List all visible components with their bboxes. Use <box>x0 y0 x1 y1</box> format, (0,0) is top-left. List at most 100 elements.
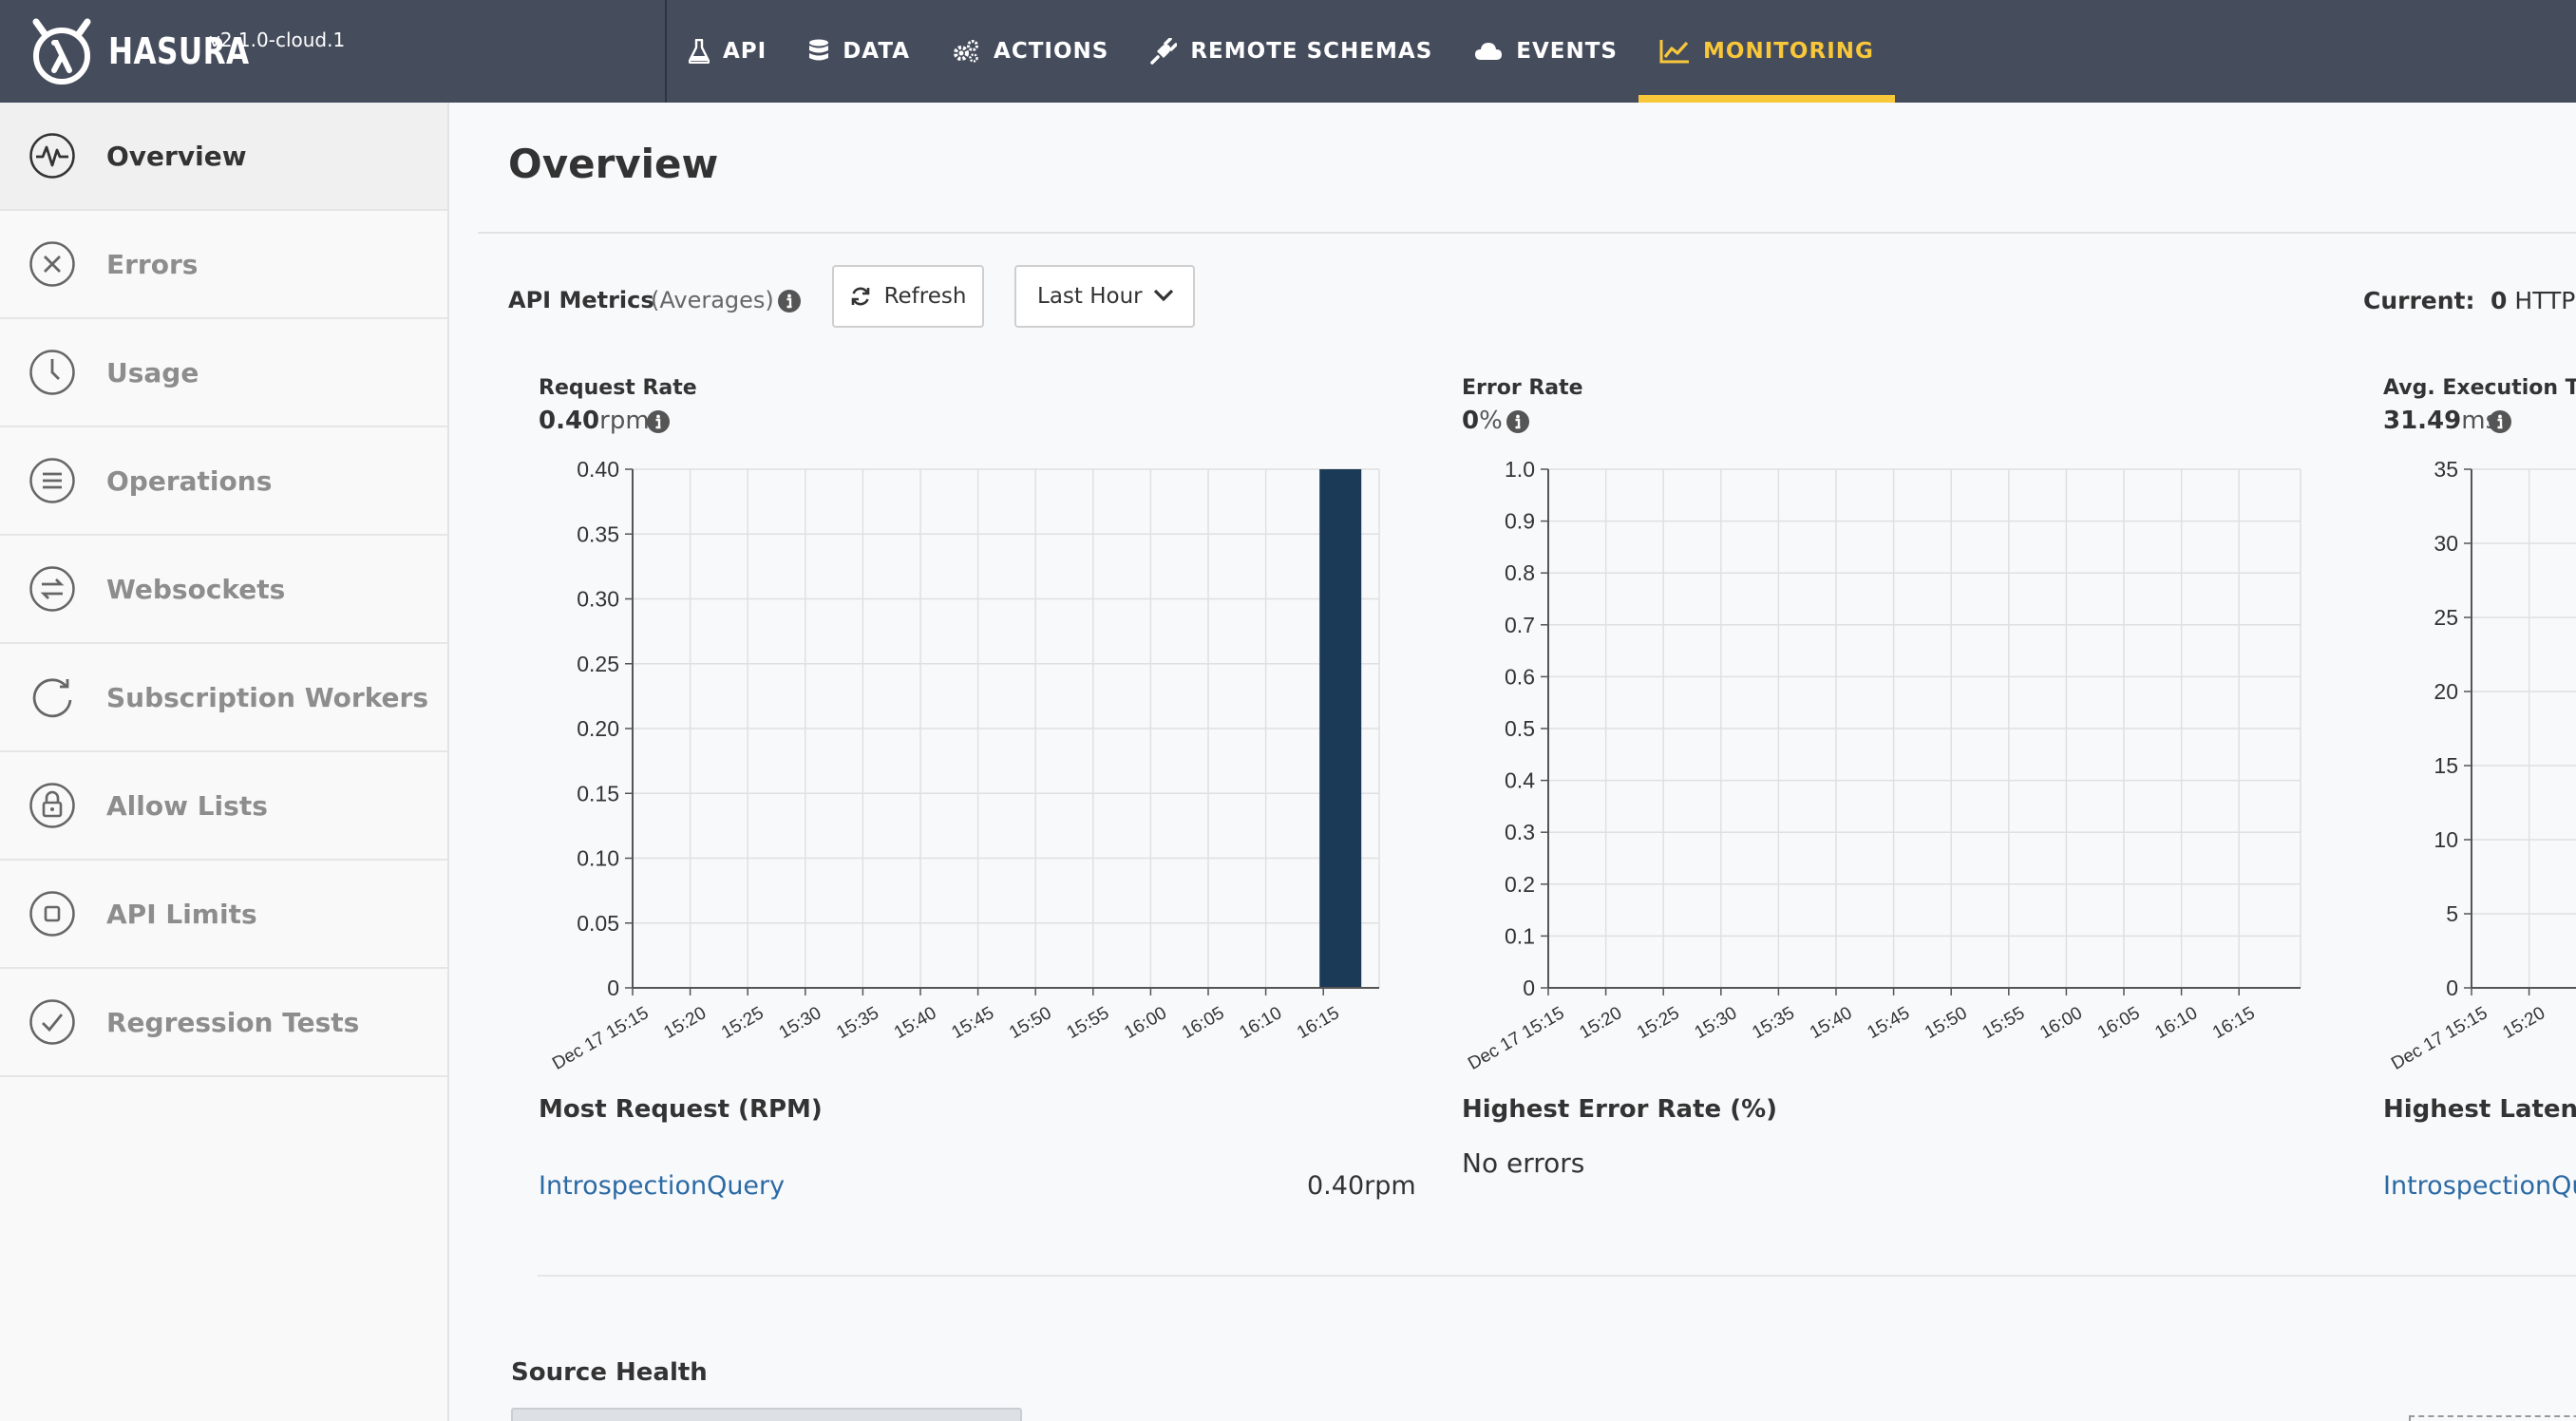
hasura-logo[interactable]: HASURA <box>28 13 280 89</box>
y-tick-label: 10 <box>2434 827 2458 852</box>
x-tick-label: 15:30 <box>776 1003 825 1043</box>
current-label: Current: <box>2363 287 2475 314</box>
y-tick-label: 0 <box>2446 976 2458 1000</box>
y-tick-label: 0.25 <box>577 652 619 676</box>
check-icon <box>29 999 75 1045</box>
time-range-select[interactable]: Last Hour <box>1014 265 1195 328</box>
y-tick-label: 0.6 <box>1505 664 1535 689</box>
refresh-button[interactable]: Refresh <box>832 265 984 328</box>
error-rate-info-icon[interactable] <box>1506 409 1530 434</box>
nav-actions[interactable]: ACTIONS <box>931 0 1129 103</box>
sidebar-item-errors[interactable]: Errors <box>0 211 447 319</box>
error-rate-chart: 0 0.1 0.2 0.3 0.4 0.5 0.6 0.7 0.8 0.9 1.0 Dec 17 15… <box>1465 457 2301 1073</box>
y-tick-label: 0.30 <box>577 587 619 612</box>
x-tick-label: Dec 17 15:15 <box>2388 1003 2491 1073</box>
x-tick-label: 15:45 <box>948 1003 997 1043</box>
list-icon <box>29 458 75 503</box>
y-tick-label: 0.20 <box>577 716 619 741</box>
nav-remote-schemas[interactable]: REMOTE SCHEMAS <box>1129 0 1453 103</box>
cloud-icon <box>1475 43 1503 60</box>
bar <box>1319 469 1362 988</box>
most-request-op-link[interactable]: IntrospectionQuery <box>539 1171 785 1201</box>
x-circle-icon <box>29 241 75 287</box>
nav-label: MONITORING <box>1703 39 1874 64</box>
database-icon <box>809 39 829 61</box>
source-health-bar[interactable] <box>511 1408 1022 1421</box>
x-tick-label: Dec 17 15:15 <box>1465 1003 1567 1073</box>
clock-icon <box>29 350 75 395</box>
sidebar-item-label: Allow Lists <box>106 789 268 822</box>
sidebar-item-api-limits[interactable]: API Limits <box>0 861 447 969</box>
x-tick-label: 16:15 <box>2209 1003 2259 1043</box>
x-tick-label: 15:20 <box>660 1003 710 1043</box>
sidebar-item-label: Subscription Workers <box>106 681 429 713</box>
error-rate-title: Error Rate <box>1462 376 1583 400</box>
y-tick-label: 0.05 <box>577 911 619 936</box>
exec-time-info-icon[interactable] <box>2488 409 2512 434</box>
x-tick-label: 15:20 <box>2499 1003 2548 1043</box>
y-tick-label: 0.3 <box>1505 820 1535 844</box>
y-tick-label: 15 <box>2434 753 2458 778</box>
current-count: 0 <box>2491 287 2508 314</box>
refresh-icon <box>32 678 72 718</box>
nav-label: API <box>723 39 767 64</box>
info-icon[interactable] <box>777 289 802 313</box>
sidebar-item-usage[interactable]: Usage <box>0 319 447 427</box>
api-metrics-sub: (Averages) <box>651 287 774 313</box>
sidebar-item-label: Websockets <box>106 573 286 605</box>
sidebar-item-regression-tests[interactable]: Regression Tests <box>0 969 447 1077</box>
x-tick-label: 15:25 <box>718 1003 767 1043</box>
sidebar-item-websockets[interactable]: Websockets <box>0 536 447 644</box>
page-title: Overview <box>508 141 719 187</box>
y-tick-label: 0.35 <box>577 521 619 546</box>
top-navbar: HASURA v2.1.0-cloud.1 API DATA ACTIONS R… <box>0 0 2576 103</box>
sidebar-item-label: Errors <box>106 248 199 280</box>
y-tick-label: 0.8 <box>1505 560 1535 585</box>
y-tick-label: 25 <box>2434 605 2458 630</box>
y-tick-label: 0.40 <box>577 457 619 482</box>
sidebar-item-label: API Limits <box>106 898 257 930</box>
sidebar-item-label: Overview <box>106 140 247 172</box>
x-tick-label: 15:45 <box>1864 1003 1913 1043</box>
x-tick-label: 15:50 <box>1006 1003 1055 1043</box>
sidebar-item-subscription-workers[interactable]: Subscription Workers <box>0 644 447 752</box>
sidebar-item-overview[interactable]: Overview <box>0 103 447 211</box>
x-tick-label: 16:15 <box>1294 1003 1343 1043</box>
request-rate-info-icon[interactable] <box>646 409 671 434</box>
api-metrics-label: API Metrics <box>508 287 654 313</box>
square-icon <box>29 891 75 937</box>
highest-latency-op-link[interactable]: IntrospectionQu <box>2383 1171 2576 1201</box>
hasura-logo-icon <box>32 18 91 85</box>
x-tick-label: 16:05 <box>2094 1003 2144 1043</box>
sidebar-item-allow-lists[interactable]: Allow Lists <box>0 752 447 861</box>
exec-time-chart: 0 5 10 15 20 25 30 35 Dec 17 15:15 15:20 <box>2388 457 2576 1073</box>
y-tick-label: 0.1 <box>1505 923 1535 948</box>
flask-icon <box>689 39 710 64</box>
nav-monitoring[interactable]: MONITORING <box>1638 0 1895 103</box>
sidebar-item-label: Regression Tests <box>106 1006 360 1038</box>
nav-label: DATA <box>843 39 911 64</box>
most-request-op-value: 0.40rpm <box>1307 1171 1416 1201</box>
y-tick-label: 35 <box>2434 457 2458 482</box>
most-request-heading: Most Request (RPM) <box>539 1095 823 1124</box>
sidebar-item-operations[interactable]: Operations <box>0 427 447 536</box>
y-tick-label: 1.0 <box>1505 457 1535 482</box>
x-tick-label: 16:00 <box>1121 1003 1170 1043</box>
exec-time-value: 31.49ms <box>2383 407 2499 435</box>
refresh-button-label: Refresh <box>883 284 967 309</box>
section-divider <box>538 1275 2576 1277</box>
nav-api[interactable]: API <box>668 0 787 103</box>
x-tick-label: Dec 17 15:15 <box>551 1003 653 1073</box>
x-tick-label: 15:20 <box>1576 1003 1625 1043</box>
request-rate-value: 0.40rpm <box>539 407 650 435</box>
y-tick-label: 0.9 <box>1505 509 1535 534</box>
source-health-heading: Source Health <box>511 1358 708 1387</box>
y-tick-label: 20 <box>2434 679 2458 704</box>
nav-label: EVENTS <box>1516 39 1618 64</box>
main-nav: API DATA ACTIONS REMOTE SCHEMAS EVENTS M… <box>668 0 1895 103</box>
nav-events[interactable]: EVENTS <box>1453 0 1638 103</box>
y-tick-label: 0.15 <box>577 781 619 805</box>
nav-data[interactable]: DATA <box>787 0 931 103</box>
x-tick-label: 15:50 <box>1922 1003 1971 1043</box>
monitoring-sidebar: Overview Errors Usage Operations Websock… <box>0 103 449 1421</box>
